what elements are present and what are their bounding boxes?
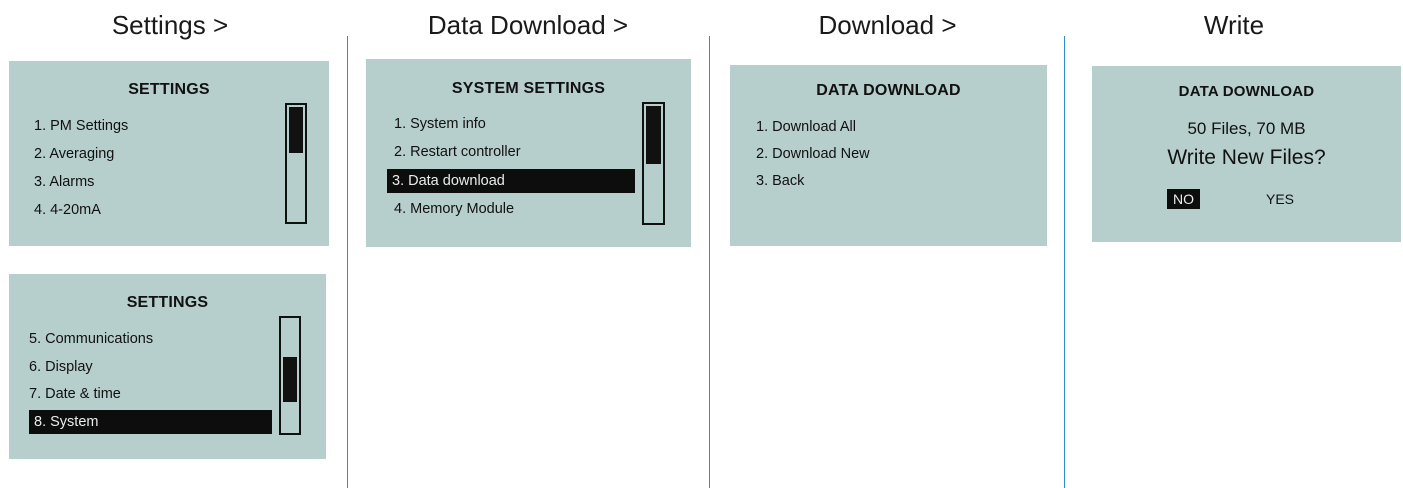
menu-item-download-new[interactable]: 2. Download New <box>751 143 870 165</box>
menu-item-data-download[interactable]: 3. Data download <box>387 169 635 193</box>
column-settings: Settings > SETTINGS 1. PM Settings 2. Av… <box>0 0 340 488</box>
scrollbar-thumb[interactable] <box>283 357 297 402</box>
menu-item-communications[interactable]: 5. Communications <box>24 328 153 350</box>
page: { "columns": [ {"title": "Settings >"}, … <box>0 0 1403 488</box>
column-title: Data Download > <box>427 10 629 40</box>
settings-screen-page-2: SETTINGS 5. Communications 6. Display 7.… <box>9 274 326 459</box>
menu-item-system[interactable]: 8. System <box>29 410 272 434</box>
menu-item-display[interactable]: 6. Display <box>24 356 93 378</box>
scrollbar[interactable] <box>642 102 665 225</box>
column-title: Download > <box>818 10 957 40</box>
system-settings-screen: SYSTEM SETTINGS 1. System info 2. Restar… <box>366 59 691 247</box>
screen-title: SETTINGS <box>126 294 209 311</box>
scrollbar-thumb[interactable] <box>289 107 303 153</box>
screen-title: DATA DOWNLOAD <box>1178 83 1315 100</box>
menu-item-pm-settings[interactable]: 1. PM Settings <box>29 115 128 137</box>
menu-item-restart-controller[interactable]: 2. Restart controller <box>389 141 521 163</box>
menu-item-back[interactable]: 3. Back <box>751 170 804 192</box>
scrollbar[interactable] <box>285 103 307 224</box>
column-write: Write DATA DOWNLOAD 50 Files, 70 MB Writ… <box>1065 0 1403 488</box>
column-title: Write <box>1203 10 1265 40</box>
screen-title: SETTINGS <box>128 81 210 98</box>
menu-item-memory-module[interactable]: 4. Memory Module <box>389 198 514 220</box>
yes-button[interactable]: YES <box>1260 189 1300 209</box>
column-title: Settings > <box>111 10 229 40</box>
menu-item-system-info[interactable]: 1. System info <box>389 113 486 135</box>
write-confirm-screen: DATA DOWNLOAD 50 Files, 70 MB Write New … <box>1092 66 1401 242</box>
column-download: Download > DATA DOWNLOAD 1. Download All… <box>710 0 1065 488</box>
screen-title: SYSTEM SETTINGS <box>451 80 606 97</box>
scrollbar-thumb[interactable] <box>646 106 661 164</box>
menu-item-4-20ma[interactable]: 4. 4-20mA <box>29 199 101 221</box>
settings-screen-page-1: SETTINGS 1. PM Settings 2. Averaging 3. … <box>9 61 329 246</box>
screen-title: DATA DOWNLOAD <box>816 82 961 99</box>
scrollbar[interactable] <box>279 316 301 435</box>
menu-item-alarms[interactable]: 3. Alarms <box>29 171 94 193</box>
no-button[interactable]: NO <box>1167 189 1200 209</box>
write-question: Write New Files? <box>1167 146 1326 169</box>
menu-item-date-time[interactable]: 7. Date & time <box>24 383 121 405</box>
data-download-screen: DATA DOWNLOAD 1. Download All 2. Downloa… <box>730 65 1047 246</box>
column-data-download: Data Download > SYSTEM SETTINGS 1. Syste… <box>348 0 708 488</box>
file-summary: 50 Files, 70 MB <box>1187 119 1306 138</box>
menu-item-averaging[interactable]: 2. Averaging <box>29 143 114 165</box>
menu-item-download-all[interactable]: 1. Download All <box>751 116 856 138</box>
